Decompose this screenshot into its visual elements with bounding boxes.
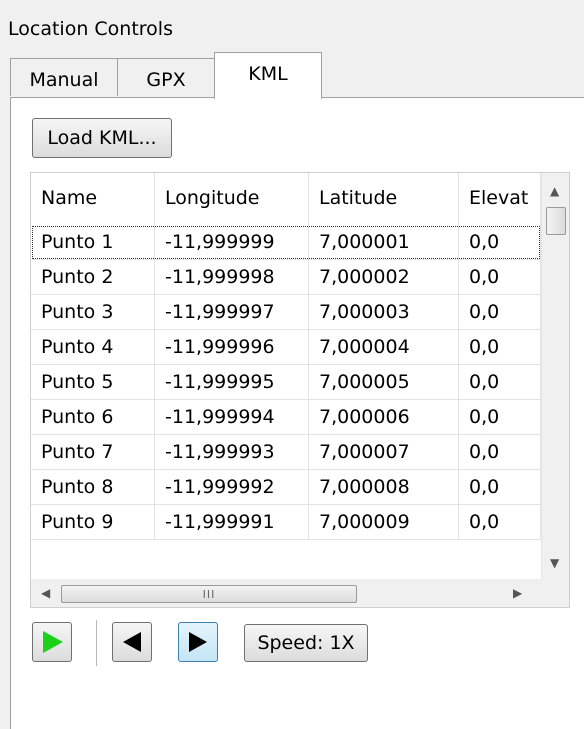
cell-longitude: -11,999994 — [155, 400, 309, 435]
cell-longitude: -11,999999 — [155, 225, 309, 260]
cell-longitude: -11,999995 — [155, 365, 309, 400]
table-row[interactable]: Punto 4 -11,999996 7,000004 0,0 — [31, 330, 541, 365]
cell-elevation: 0,0 — [459, 400, 541, 435]
cell-name: Punto 3 — [31, 295, 155, 330]
column-header-latitude[interactable]: Latitude — [309, 173, 459, 225]
cell-longitude: -11,999992 — [155, 470, 309, 505]
cell-name: Punto 8 — [31, 470, 155, 505]
horizontal-scrollbar[interactable]: ◀ III ▶ — [31, 579, 541, 607]
cell-latitude: 7,000003 — [309, 295, 459, 330]
cell-longitude: -11,999991 — [155, 505, 309, 540]
cell-latitude: 7,000006 — [309, 400, 459, 435]
table-row[interactable]: Punto 6 -11,999994 7,000006 0,0 — [31, 400, 541, 435]
cell-longitude: -11,999993 — [155, 435, 309, 470]
grid-header: Name Longitude Latitude Elevat — [31, 173, 541, 225]
cell-name: Punto 5 — [31, 365, 155, 400]
table-row[interactable]: Punto 3 -11,999997 7,000003 0,0 — [31, 295, 541, 330]
cell-name: Punto 6 — [31, 400, 155, 435]
play-icon — [43, 631, 63, 653]
cell-elevation: 0,0 — [459, 435, 541, 470]
previous-button[interactable] — [112, 622, 152, 662]
table-row[interactable]: Punto 8 -11,999992 7,000008 0,0 — [31, 470, 541, 505]
cell-latitude: 7,000009 — [309, 505, 459, 540]
cell-elevation: 0,0 — [459, 365, 541, 400]
cell-name: Punto 7 — [31, 435, 155, 470]
cell-name: Punto 2 — [31, 260, 155, 295]
load-kml-button[interactable]: Load KML... — [32, 118, 172, 158]
scroll-down-icon[interactable]: ▼ — [550, 557, 559, 569]
cell-longitude: -11,999997 — [155, 295, 309, 330]
waypoints-grid: Name Longitude Latitude Elevat Punto 1 -1… — [30, 172, 570, 608]
column-header-longitude[interactable]: Longitude — [155, 173, 309, 225]
table-row[interactable]: Punto 1 -11,999999 7,000001 0,0 — [31, 225, 541, 260]
cell-elevation: 0,0 — [459, 295, 541, 330]
next-button[interactable] — [178, 622, 218, 662]
play-button[interactable] — [32, 622, 72, 662]
table-row[interactable]: Punto 5 -11,999995 7,000005 0,0 — [31, 365, 541, 400]
tab-gpx[interactable]: GPX — [117, 58, 215, 96]
cell-name: Punto 1 — [31, 225, 155, 260]
cell-name: Punto 9 — [31, 505, 155, 540]
cell-elevation: 0,0 — [459, 505, 541, 540]
cell-longitude: -11,999998 — [155, 260, 309, 295]
column-header-name[interactable]: Name — [31, 173, 155, 225]
cell-latitude: 7,000004 — [309, 330, 459, 365]
cell-longitude: -11,999996 — [155, 330, 309, 365]
tab-kml[interactable]: KML — [214, 52, 322, 99]
toolbar-separator — [96, 620, 98, 666]
scrollbar-corner — [541, 579, 569, 607]
cell-elevation: 0,0 — [459, 225, 541, 260]
column-header-elevation[interactable]: Elevat — [459, 173, 541, 225]
cell-latitude: 7,000001 — [309, 225, 459, 260]
table-row[interactable]: Punto 7 -11,999993 7,000007 0,0 — [31, 435, 541, 470]
table-row[interactable]: Punto 2 -11,999998 7,000002 0,0 — [31, 260, 541, 295]
cell-name: Punto 4 — [31, 330, 155, 365]
previous-icon — [123, 632, 141, 652]
scroll-right-icon[interactable]: ▶ — [513, 587, 522, 599]
cell-latitude: 7,000005 — [309, 365, 459, 400]
scroll-left-icon[interactable]: ◀ — [41, 587, 50, 599]
panel-title: Location Controls — [8, 18, 173, 40]
scroll-up-icon[interactable]: ▲ — [550, 185, 559, 197]
cell-latitude: 7,000008 — [309, 470, 459, 505]
cell-elevation: 0,0 — [459, 330, 541, 365]
cell-elevation: 0,0 — [459, 260, 541, 295]
cell-latitude: 7,000007 — [309, 435, 459, 470]
vertical-scroll-thumb[interactable] — [546, 207, 566, 235]
vertical-scrollbar[interactable]: ▲ ▼ — [541, 173, 569, 579]
table-row[interactable]: Punto 9 -11,999991 7,000009 0,0 — [31, 505, 541, 540]
cell-latitude: 7,000002 — [309, 260, 459, 295]
speed-button[interactable]: Speed: 1X — [244, 624, 368, 662]
tab-manual[interactable]: Manual — [10, 58, 118, 96]
horizontal-scroll-thumb[interactable]: III — [61, 585, 357, 603]
next-icon — [189, 632, 207, 652]
cell-elevation: 0,0 — [459, 470, 541, 505]
